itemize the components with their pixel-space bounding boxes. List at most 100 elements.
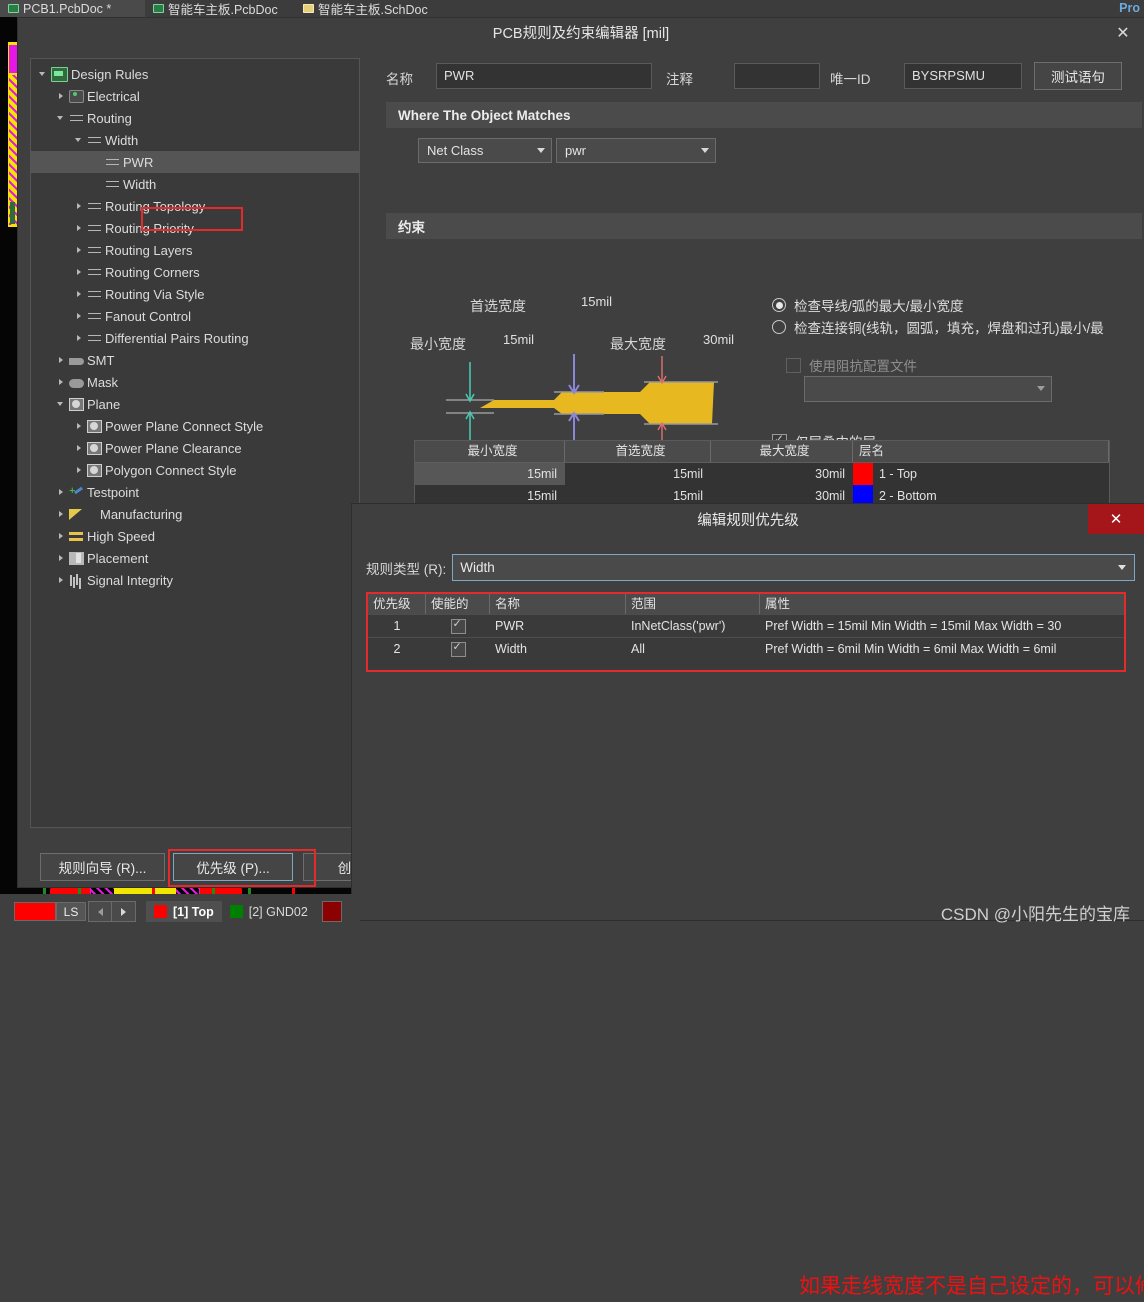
table-row[interactable]: 1 PWR InNetClass('pwr') Pref Width = 15mil … bbox=[368, 614, 1124, 637]
expand-right-icon[interactable] bbox=[73, 261, 87, 283]
col-min-width: 最小宽度 bbox=[415, 441, 565, 462]
tree-item-routing-priority[interactable]: Routing Priority bbox=[31, 217, 359, 239]
tree-item-routing[interactable]: Routing bbox=[31, 107, 359, 129]
ls-button[interactable]: LS bbox=[56, 902, 86, 921]
close-icon[interactable]: ✕ bbox=[1088, 504, 1144, 534]
tree-item-width[interactable]: Width bbox=[31, 173, 359, 195]
rule-wizard-button[interactable]: 规则向导 (R)... bbox=[40, 853, 165, 881]
tree-item-fanout-control[interactable]: Fanout Control bbox=[31, 305, 359, 327]
radio-button[interactable] bbox=[772, 320, 786, 334]
chevron-right-icon[interactable] bbox=[112, 901, 136, 922]
table-row[interactable]: 2 Width All Pref Width = 6mil Min Width = 6… bbox=[368, 637, 1124, 660]
tree-item-routing-layers[interactable]: Routing Layers bbox=[31, 239, 359, 261]
tab-smartcar-pcb[interactable]: 智能车主板.PcbDoc bbox=[145, 0, 295, 17]
plane-icon bbox=[87, 441, 102, 455]
col-attributes: 属性 bbox=[765, 597, 791, 611]
tree-item-manufacturing[interactable]: Manufacturing bbox=[31, 503, 359, 525]
tree-item-mask[interactable]: Mask bbox=[31, 371, 359, 393]
impedance-profile-select[interactable] bbox=[804, 376, 1052, 402]
tree-item-signal-integrity[interactable]: Signal Integrity bbox=[31, 569, 359, 591]
expand-right-icon[interactable] bbox=[73, 283, 87, 305]
active-layer-color-swatch[interactable] bbox=[14, 902, 56, 921]
col-max-width: 最大宽度 bbox=[711, 441, 853, 462]
tree-item-differential-pairs-routing[interactable]: Differential Pairs Routing bbox=[31, 327, 359, 349]
constraint-option-1[interactable]: 检查连接铜(线轨，圆弧，填充，焊盘和过孔)最小/最 bbox=[772, 316, 1122, 338]
max-width-value[interactable]: 30mil bbox=[696, 330, 756, 352]
expand-right-icon[interactable] bbox=[73, 195, 87, 217]
constraint-option-0[interactable]: 检查导线/弧的最大/最小宽度 bbox=[772, 294, 1122, 316]
tree-item-routing-corners[interactable]: Routing Corners bbox=[31, 261, 359, 283]
tree-item-smt[interactable]: SMT bbox=[31, 349, 359, 371]
layer-tab-0[interactable]: [1] Top bbox=[146, 901, 222, 922]
tab-label: 智能车主板.PcbDoc bbox=[168, 3, 278, 17]
expand-right-icon[interactable] bbox=[55, 371, 69, 393]
expand-down-icon[interactable] bbox=[55, 393, 69, 415]
comment-input[interactable] bbox=[734, 63, 820, 89]
routing-icon bbox=[87, 310, 102, 323]
expand-right-icon[interactable] bbox=[55, 503, 69, 525]
tree-item-routing-via-style[interactable]: Routing Via Style bbox=[31, 283, 359, 305]
unique-id-input[interactable]: BYSRPSMU bbox=[904, 63, 1022, 89]
expand-right-icon[interactable] bbox=[73, 217, 87, 239]
expand-right-icon[interactable] bbox=[73, 239, 87, 261]
expand-right-icon[interactable] bbox=[55, 349, 69, 371]
chevron-left-icon[interactable] bbox=[88, 901, 112, 922]
expand-right-icon[interactable] bbox=[73, 415, 87, 437]
routing-icon bbox=[105, 156, 120, 169]
test-query-button[interactable]: 测试语句 bbox=[1034, 62, 1122, 90]
expand-down-icon[interactable] bbox=[73, 129, 87, 151]
expand-right-icon[interactable] bbox=[73, 327, 87, 349]
expand-right-icon[interactable] bbox=[73, 305, 87, 327]
tree-item-width[interactable]: Width bbox=[31, 129, 359, 151]
priority-table[interactable]: 优先级 使能的 名称 范围 属性 1 PWR InNetClass('pwr') Pr… bbox=[366, 592, 1126, 672]
expand-right-icon[interactable] bbox=[55, 547, 69, 569]
tree-item-power-plane-clearance[interactable]: Power Plane Clearance bbox=[31, 437, 359, 459]
design-rules-tree[interactable]: Design Rules Electrical Routing Width PWR Wid… bbox=[30, 58, 360, 828]
expand-right-icon[interactable] bbox=[73, 437, 87, 459]
enabled-checkbox[interactable] bbox=[450, 617, 466, 634]
constraint-option-label: 检查导线/弧的最大/最小宽度 bbox=[794, 299, 964, 314]
tree-item-high-speed[interactable]: High Speed bbox=[31, 525, 359, 547]
expand-down-icon[interactable] bbox=[37, 63, 51, 85]
tree-item-electrical[interactable]: Electrical bbox=[31, 85, 359, 107]
chevron-down-icon bbox=[1037, 386, 1045, 391]
min-width-value[interactable]: 15mil bbox=[496, 330, 556, 352]
scope-value-select[interactable]: pwr bbox=[556, 138, 716, 163]
routing-icon bbox=[105, 178, 120, 191]
tree-item-label: Signal Integrity bbox=[87, 572, 173, 588]
close-icon[interactable]: ✕ bbox=[1110, 22, 1136, 46]
tree-item-power-plane-connect-style[interactable]: Power Plane Connect Style bbox=[31, 415, 359, 437]
cell-attr: Pref Width = 15mil Min Width = 15mil Max… bbox=[765, 619, 1062, 633]
expand-right-icon[interactable] bbox=[55, 85, 69, 107]
rule-type-select[interactable]: Width bbox=[452, 554, 1136, 581]
expand-right-icon[interactable] bbox=[55, 525, 69, 547]
tree-item-plane[interactable]: Plane bbox=[31, 393, 359, 415]
tree-item-pwr[interactable]: PWR bbox=[31, 151, 359, 173]
extra-layer-swatch[interactable] bbox=[322, 901, 342, 922]
tree-item-design-rules[interactable]: Design Rules bbox=[31, 63, 359, 85]
expand-right-icon[interactable] bbox=[55, 569, 69, 591]
expand-down-icon[interactable] bbox=[55, 107, 69, 129]
expand-right-icon[interactable] bbox=[55, 481, 69, 503]
tab-pcb1[interactable]: PCB1.PcbDoc * bbox=[0, 0, 145, 17]
col-name: 名称 bbox=[490, 594, 626, 614]
layer-tab-1[interactable]: [2] GND02 bbox=[222, 901, 316, 922]
table-row[interactable]: 15mil 15mil 30mil 1 - Top bbox=[415, 463, 1109, 485]
tree-item-routing-topology[interactable]: Routing Topology bbox=[31, 195, 359, 217]
radio-button[interactable] bbox=[772, 298, 786, 312]
tree-item-polygon-connect-style[interactable]: Polygon Connect Style bbox=[31, 459, 359, 481]
pcb-doc-icon bbox=[8, 4, 19, 13]
tree-item-label: Electrical bbox=[87, 88, 140, 104]
tree-item-placement[interactable]: Placement bbox=[31, 547, 359, 569]
checkbox[interactable] bbox=[786, 357, 801, 373]
constraint-option-label: 检查连接铜(线轨，圆弧，填充，焊盘和过孔)最小/最 bbox=[794, 321, 1104, 336]
tree-item-testpoint[interactable]: Testpoint bbox=[31, 481, 359, 503]
enabled-checkbox[interactable] bbox=[450, 640, 466, 657]
priority-button[interactable]: 优先级 (P)... bbox=[173, 853, 293, 881]
preferred-width-value[interactable]: 15mil bbox=[574, 292, 638, 314]
scope-kind-select[interactable]: Net Class bbox=[418, 138, 552, 163]
plane-icon bbox=[69, 397, 84, 411]
tab-smartcar-sch[interactable]: 智能车主板.SchDoc bbox=[295, 0, 450, 17]
name-input[interactable]: PWR bbox=[436, 63, 652, 89]
expand-right-icon[interactable] bbox=[73, 459, 87, 481]
